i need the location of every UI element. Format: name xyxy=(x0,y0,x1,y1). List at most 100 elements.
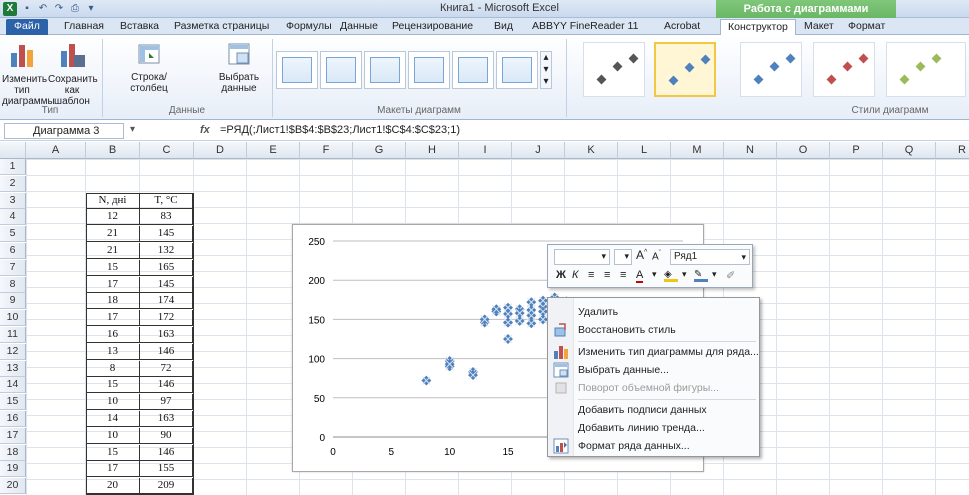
column-header-c[interactable]: C xyxy=(140,142,194,159)
table-header-t[interactable]: T, °C xyxy=(140,192,193,209)
column-header-r[interactable]: R xyxy=(936,142,969,159)
insert-function-icon[interactable]: fx xyxy=(200,124,210,136)
table-cell-n[interactable]: 14 xyxy=(86,411,140,427)
chart-layout-4[interactable] xyxy=(408,51,450,89)
font-color-icon[interactable]: A xyxy=(636,269,644,283)
column-header-k[interactable]: K xyxy=(565,142,618,159)
row-header-10[interactable]: 10 xyxy=(0,310,26,327)
chart-style-1[interactable] xyxy=(583,42,645,97)
column-header-i[interactable]: I xyxy=(459,142,512,159)
menu-item-add-trendline[interactable]: Добавить линию тренда... xyxy=(578,419,756,437)
tab-design[interactable]: Конструктор xyxy=(720,19,796,36)
table-cell-t[interactable]: 90 xyxy=(140,427,193,444)
switch-row-column-button[interactable]: Строка/столбец xyxy=(118,41,180,94)
tab-formulas[interactable]: Формулы xyxy=(284,19,334,35)
row-header-6[interactable]: 6 xyxy=(0,243,26,259)
row-header-12[interactable]: 12 xyxy=(0,343,26,360)
table-cell-n[interactable]: 10 xyxy=(86,394,140,411)
column-header-b[interactable]: B xyxy=(86,142,140,159)
chart-layout-1[interactable] xyxy=(276,51,318,89)
table-cell-n[interactable]: 17 xyxy=(86,461,140,478)
tab-insert[interactable]: Вставка xyxy=(118,19,161,35)
select-all-corner[interactable] xyxy=(0,142,26,159)
column-header-j[interactable]: J xyxy=(512,142,565,159)
chart-style-5[interactable] xyxy=(886,42,966,97)
row-header-18[interactable]: 18 xyxy=(0,444,26,461)
row-header-3[interactable]: 3 xyxy=(0,192,26,209)
column-header-h[interactable]: H xyxy=(406,142,459,159)
column-header-p[interactable]: P xyxy=(830,142,883,159)
chart-element-select[interactable]: Ряд1 ▾ xyxy=(670,249,750,265)
chart-style-4[interactable] xyxy=(813,42,875,97)
table-cell-t[interactable]: 174 xyxy=(140,293,193,310)
table-cell-n[interactable]: 13 xyxy=(86,343,140,360)
column-header-a[interactable]: A xyxy=(26,142,86,159)
column-header-d[interactable]: D xyxy=(194,142,247,159)
table-cell-n[interactable]: 17 xyxy=(86,276,140,293)
row-header-16[interactable]: 16 xyxy=(0,411,26,427)
table-cell-t[interactable]: 146 xyxy=(140,444,193,461)
chart-layout-6[interactable] xyxy=(496,51,538,89)
customize-toolbar-icon[interactable]: ▾ xyxy=(84,2,98,16)
table-cell-n[interactable]: 18 xyxy=(86,293,140,310)
table-cell-t[interactable]: 163 xyxy=(140,327,193,343)
shrink-font-icon[interactable]: Aˇ xyxy=(652,250,661,262)
table-cell-n[interactable]: 8 xyxy=(86,360,140,377)
align-left-icon[interactable]: ≡ xyxy=(604,269,610,281)
menu-item-delete[interactable]: Удалить xyxy=(578,303,756,321)
table-cell-t[interactable]: 163 xyxy=(140,411,193,427)
tab-layout[interactable]: Макет xyxy=(802,19,836,35)
tab-file[interactable]: Файл xyxy=(6,19,48,35)
table-cell-t[interactable]: 145 xyxy=(140,276,193,293)
save-as-template-button[interactable]: Сохранить как шаблон xyxy=(48,41,98,107)
table-cell-t[interactable]: 83 xyxy=(140,209,193,226)
chevron-down-icon[interactable]: ▾ xyxy=(652,269,657,280)
column-header-f[interactable]: F xyxy=(300,142,353,159)
tab-abbyy[interactable]: ABBYY FineReader 11 xyxy=(530,19,640,35)
tab-view[interactable]: Вид xyxy=(492,19,515,35)
column-header-l[interactable]: L xyxy=(618,142,671,159)
format-painter-icon[interactable]: ✐ xyxy=(726,269,735,282)
table-cell-n[interactable]: 15 xyxy=(86,444,140,461)
column-header-n[interactable]: N xyxy=(724,142,777,159)
table-cell-t[interactable]: 132 xyxy=(140,243,193,259)
fill-color-icon[interactable]: ◈ xyxy=(664,269,678,282)
table-cell-t[interactable]: 155 xyxy=(140,461,193,478)
tab-acrobat[interactable]: Acrobat xyxy=(662,19,702,35)
table-cell-n[interactable]: 12 xyxy=(86,209,140,226)
row-header-13[interactable]: 13 xyxy=(0,360,26,377)
row-header-14[interactable]: 14 xyxy=(0,377,26,394)
row-header-19[interactable]: 19 xyxy=(0,461,26,478)
table-cell-n[interactable]: 10 xyxy=(86,427,140,444)
chart-layout-5[interactable] xyxy=(452,51,494,89)
table-cell-n[interactable]: 21 xyxy=(86,226,140,243)
row-header-17[interactable]: 17 xyxy=(0,427,26,444)
align-right-icon[interactable]: ≡ xyxy=(620,269,626,281)
layouts-more-icon[interactable]: ▴ ▾ ▾ xyxy=(540,51,552,89)
menu-item-add-data-labels[interactable]: Добавить подписи данных xyxy=(578,401,756,419)
bold-button[interactable]: Ж xyxy=(556,269,566,281)
chevron-down-icon[interactable]: ▾ xyxy=(682,269,687,280)
font-name-select[interactable]: ▾ xyxy=(554,249,610,265)
change-chart-type-button[interactable]: Изменить тип диаграммы xyxy=(2,41,55,107)
row-header-15[interactable]: 15 xyxy=(0,394,26,411)
select-data-button[interactable]: Выбрать данные xyxy=(216,41,262,94)
table-cell-n[interactable]: 20 xyxy=(86,478,140,495)
outline-color-icon[interactable]: ✎ xyxy=(694,269,708,282)
tab-data[interactable]: Данные xyxy=(338,19,380,35)
chart-style-3[interactable] xyxy=(740,42,802,97)
name-box-dropdown-icon[interactable]: ▾ xyxy=(130,124,135,135)
menu-item-select-data[interactable]: Выбрать данные... xyxy=(578,361,756,379)
print-preview-icon[interactable]: ⎙ xyxy=(68,2,82,16)
menu-item-change-series-type[interactable]: Изменить тип диаграммы для ряда... xyxy=(578,343,759,361)
menu-item-format-series[interactable]: Формат ряда данных... xyxy=(578,437,756,455)
row-header-9[interactable]: 9 xyxy=(0,293,26,310)
chart-style-2[interactable] xyxy=(654,42,716,97)
column-header-q[interactable]: Q xyxy=(883,142,936,159)
table-cell-t[interactable]: 209 xyxy=(140,478,193,495)
table-cell-n[interactable]: 17 xyxy=(86,310,140,327)
undo-icon[interactable]: ↶ xyxy=(36,2,50,16)
table-header-n[interactable]: N, дні xyxy=(86,192,140,209)
font-size-select[interactable]: ▾ xyxy=(614,249,632,265)
formula-input[interactable]: =РЯД(;Лист1!$B$4:$B$23;Лист1!$C$4:$C$23;… xyxy=(220,124,460,136)
